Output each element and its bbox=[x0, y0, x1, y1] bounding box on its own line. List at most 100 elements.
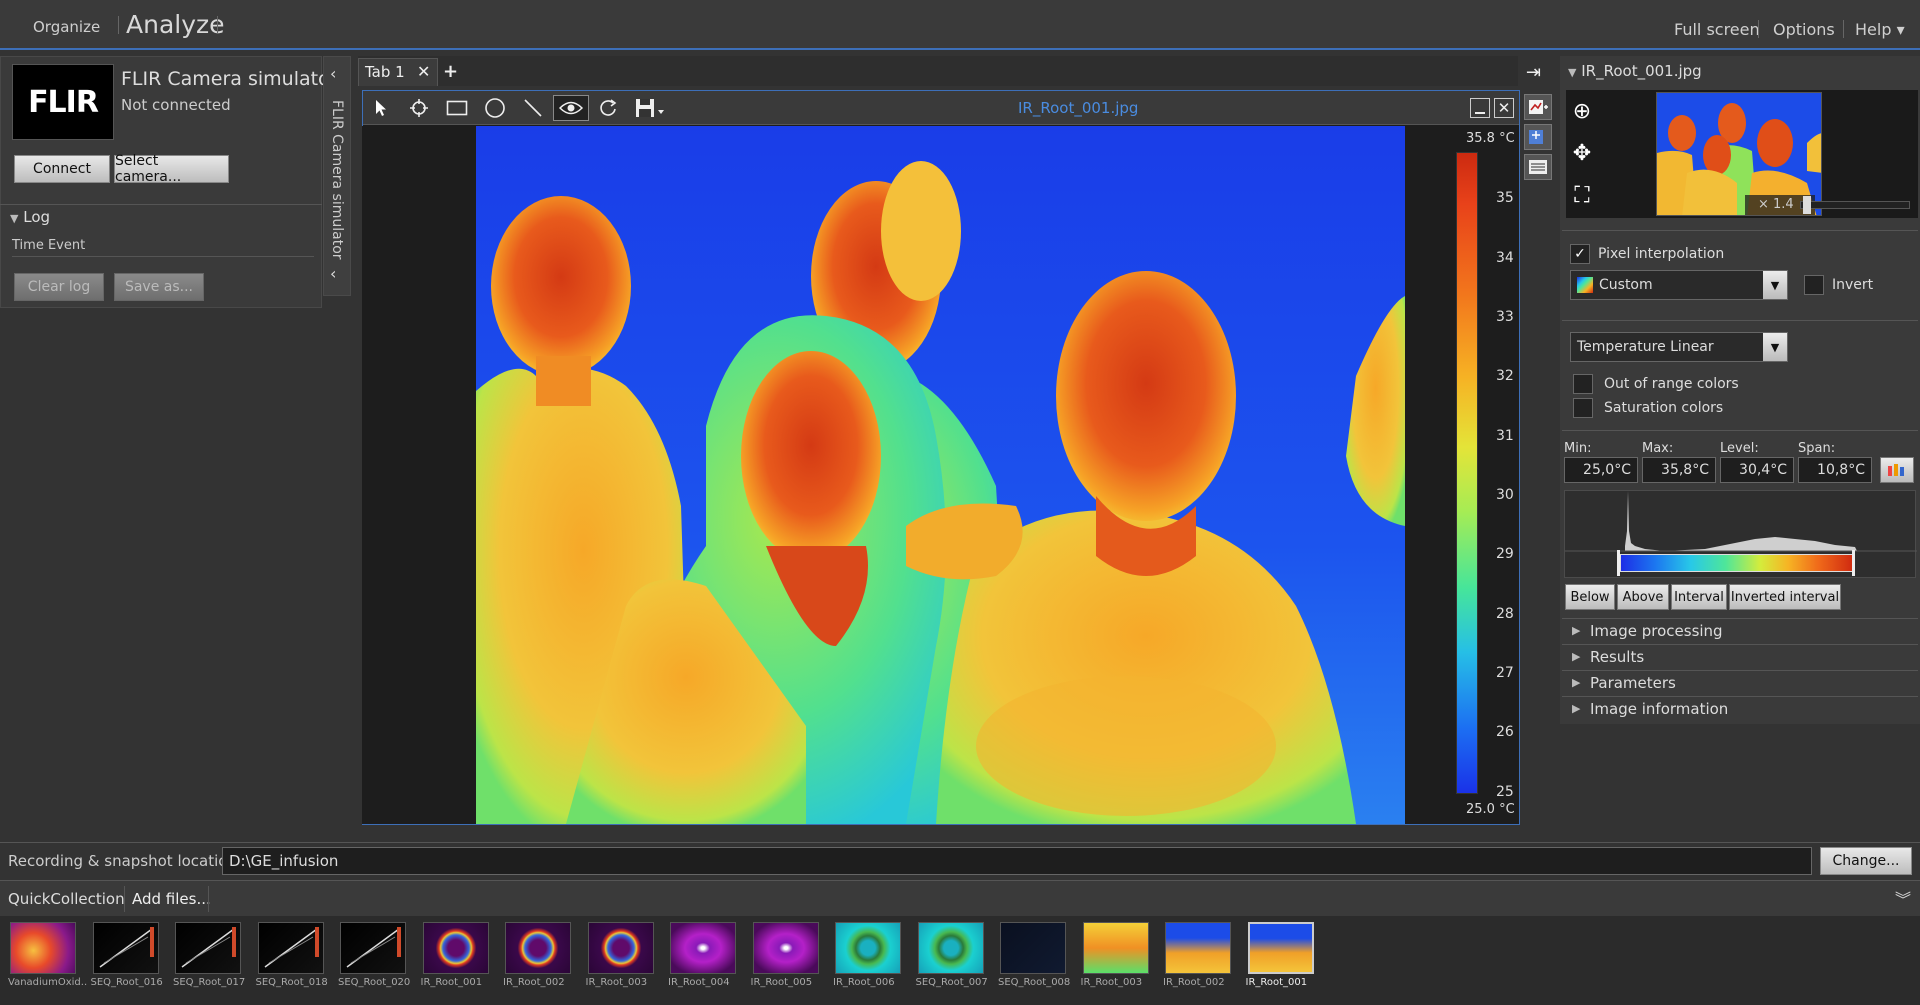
save-as-button[interactable]: Save as... bbox=[114, 273, 204, 301]
thumbnail-item[interactable] bbox=[92, 922, 159, 974]
section-label: Results bbox=[1590, 647, 1645, 666]
tab-1[interactable]: Tab 1 ✕ bbox=[358, 58, 438, 86]
recording-path-field[interactable]: D:\GE_infusion bbox=[222, 847, 1812, 875]
pixel-interpolation-checkbox[interactable]: ✓ bbox=[1570, 244, 1590, 264]
out-of-range-label: Out of range colors bbox=[1604, 376, 1739, 392]
palette-select[interactable]: Custom ▼ bbox=[1570, 270, 1788, 300]
separator bbox=[118, 16, 119, 34]
section-image-information[interactable]: ▶ Image information bbox=[1562, 696, 1918, 720]
scale-tick: 33 bbox=[1496, 309, 1514, 325]
spot-tool-icon[interactable] bbox=[403, 95, 435, 121]
thumbnail-label: IR_Root_003 bbox=[585, 977, 648, 988]
thumbnail-label: IR_Root_002 bbox=[503, 977, 565, 988]
invert-checkbox[interactable] bbox=[1804, 275, 1824, 295]
section-label: Image information bbox=[1590, 699, 1729, 718]
min-field[interactable]: 25,0°C bbox=[1564, 457, 1638, 483]
close-tab-icon[interactable]: ✕ bbox=[417, 62, 430, 81]
zoom-slider-handle[interactable] bbox=[1803, 196, 1811, 214]
circle-tool-icon[interactable] bbox=[479, 95, 511, 121]
help-menu[interactable]: Help ▾ bbox=[1855, 20, 1905, 39]
thumbnail-item[interactable] bbox=[917, 922, 984, 974]
analyze-tab[interactable]: Analyze bbox=[126, 10, 225, 39]
level-label: Level: bbox=[1720, 441, 1759, 456]
auto-adjust-icon[interactable] bbox=[1880, 457, 1914, 483]
organize-tab[interactable]: Organize bbox=[33, 18, 100, 36]
connect-button[interactable]: Connect bbox=[14, 155, 110, 183]
dropdown-arrow-icon[interactable]: ▼ bbox=[1763, 271, 1787, 299]
collapse-left-icon[interactable]: ‹ bbox=[330, 264, 336, 283]
temperature-scale-bar[interactable] bbox=[1456, 152, 1478, 794]
max-label: Max: bbox=[1642, 441, 1674, 456]
thumbnail-item[interactable] bbox=[1000, 922, 1066, 974]
thumbnail-item[interactable] bbox=[1247, 922, 1314, 974]
thumbnail-label: SEQ_Root_017 bbox=[173, 977, 246, 988]
collapse-left-icon[interactable]: ‹ bbox=[330, 64, 336, 83]
thumbnail-item[interactable] bbox=[835, 922, 901, 974]
thumbnail-item[interactable] bbox=[587, 922, 654, 974]
min-handle[interactable] bbox=[1617, 550, 1620, 576]
thumbnail-item[interactable] bbox=[1165, 922, 1231, 974]
section-image-processing[interactable]: ▶ Image processing bbox=[1562, 618, 1918, 642]
add-image-icon[interactable] bbox=[1524, 124, 1552, 150]
thumbnail-item[interactable] bbox=[257, 922, 324, 974]
add-to-report-icon[interactable] bbox=[1524, 94, 1552, 120]
thumbnail-item[interactable] bbox=[1082, 922, 1149, 974]
out-of-range-checkbox[interactable] bbox=[1573, 374, 1593, 394]
rotate-tool-icon[interactable] bbox=[592, 95, 624, 121]
select-camera-button[interactable]: Select camera... bbox=[114, 153, 229, 185]
box-tool-icon[interactable] bbox=[441, 95, 473, 121]
saturation-checkbox[interactable] bbox=[1573, 398, 1593, 418]
fit-to-window-icon[interactable]: ⊕ bbox=[1567, 96, 1597, 126]
line-tool-icon[interactable] bbox=[517, 95, 549, 121]
change-location-button[interactable]: Change... bbox=[1820, 847, 1912, 875]
logo-text: FLIR bbox=[28, 84, 99, 120]
interval-button[interactable]: Interval bbox=[1671, 584, 1727, 610]
section-results[interactable]: ▶ Results bbox=[1562, 644, 1918, 668]
image-panel-header[interactable]: ▼ IR_Root_001.jpg bbox=[1568, 62, 1702, 80]
full-size-icon[interactable]: ⛶ bbox=[1567, 180, 1597, 210]
above-button[interactable]: Above bbox=[1617, 584, 1669, 610]
close-window-icon[interactable]: ✕ bbox=[1494, 98, 1514, 118]
view-tool-icon[interactable] bbox=[553, 95, 589, 121]
add-files-button[interactable]: Add files... bbox=[132, 890, 211, 908]
thumbnail-item[interactable] bbox=[340, 922, 406, 974]
scale-tick: 35 bbox=[1496, 190, 1514, 206]
fullscreen-link[interactable]: Full screen bbox=[1674, 20, 1760, 39]
section-parameters[interactable]: ▶ Parameters bbox=[1562, 670, 1918, 694]
palette-swatch-icon bbox=[1577, 277, 1593, 293]
export-icon[interactable]: ⇥ bbox=[1526, 62, 1541, 83]
list-view-icon[interactable] bbox=[1524, 154, 1552, 180]
divider bbox=[12, 256, 314, 257]
span-field[interactable]: 10,8°C bbox=[1798, 457, 1872, 483]
max-handle[interactable] bbox=[1852, 550, 1855, 576]
thumbnail-item[interactable] bbox=[505, 922, 571, 974]
minimize-icon[interactable] bbox=[1470, 98, 1490, 118]
save-image-icon[interactable] bbox=[630, 95, 670, 121]
histogram-color-bar[interactable] bbox=[1620, 554, 1854, 572]
level-field[interactable]: 30,4°C bbox=[1720, 457, 1794, 483]
vertical-title-text: FLIR Camera simulator bbox=[329, 100, 345, 260]
quick-collection-title: QuickCollection bbox=[8, 890, 125, 908]
below-button[interactable]: Below bbox=[1565, 584, 1615, 610]
thumbnail-item[interactable] bbox=[670, 922, 736, 974]
scale-mode-select[interactable]: Temperature Linear ▼ bbox=[1570, 332, 1788, 362]
thumbnail-item[interactable] bbox=[10, 922, 76, 974]
max-field[interactable]: 35,8°C bbox=[1642, 457, 1716, 483]
thumbnail-item[interactable] bbox=[422, 922, 489, 974]
thermal-image[interactable] bbox=[476, 126, 1405, 824]
thumbnail-item[interactable] bbox=[752, 922, 819, 974]
palette-value: Custom bbox=[1599, 277, 1653, 293]
options-link[interactable]: Options bbox=[1773, 20, 1835, 39]
pointer-tool-icon[interactable] bbox=[365, 95, 397, 121]
pan-icon[interactable]: ✥ bbox=[1567, 138, 1597, 168]
thumbnail-item[interactable] bbox=[175, 922, 241, 974]
dropdown-arrow-icon[interactable]: ▼ bbox=[1763, 333, 1787, 361]
divider bbox=[1562, 230, 1918, 231]
zoom-slider[interactable] bbox=[1800, 196, 1910, 214]
log-header[interactable]: ▼ Log bbox=[10, 208, 50, 226]
collapse-down-icon[interactable]: ︾ bbox=[1895, 886, 1911, 910]
inverted-interval-button[interactable]: Inverted interval bbox=[1729, 584, 1841, 610]
separator bbox=[208, 886, 209, 912]
clear-log-button[interactable]: Clear log bbox=[14, 273, 104, 301]
add-tab-icon[interactable]: + bbox=[443, 61, 458, 82]
